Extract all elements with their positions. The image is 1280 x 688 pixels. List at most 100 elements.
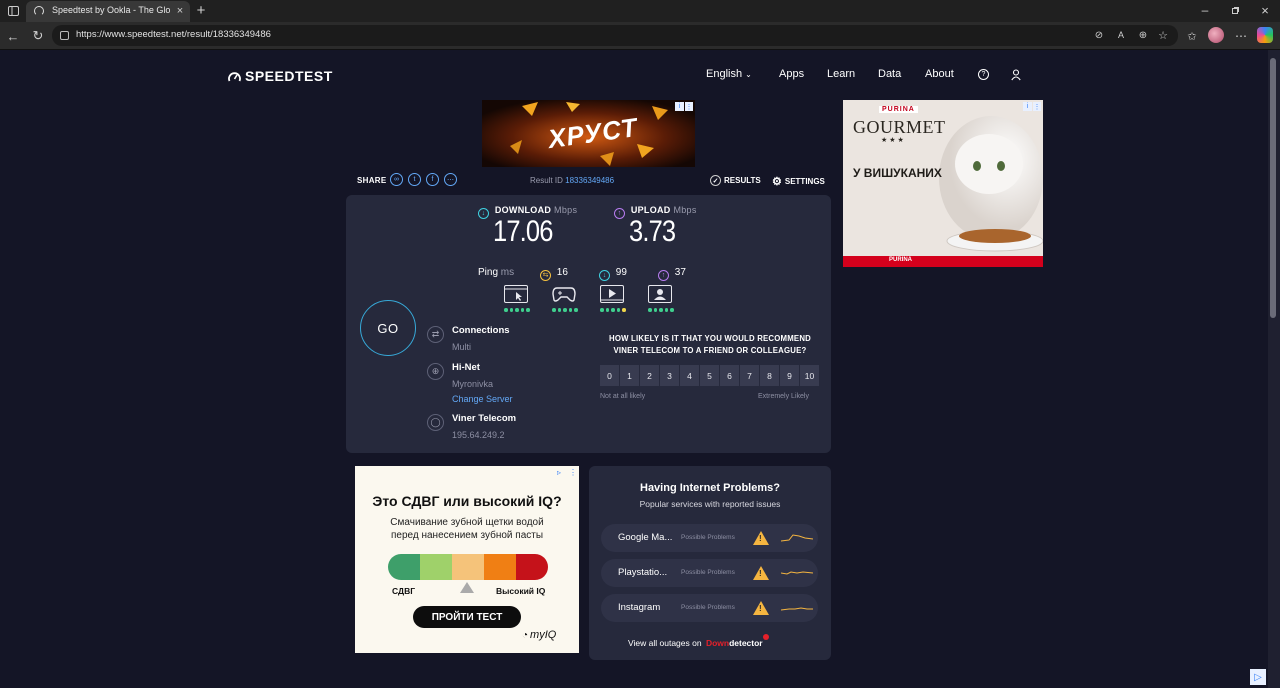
url-field[interactable]: https://www.speedtest.net/result/1833634… [52,25,1178,46]
rating-option[interactable]: 9 [780,365,799,386]
minimize-icon[interactable]: – [1192,3,1218,17]
ad-info-icon[interactable]: ▹ [557,468,566,477]
rating-option[interactable]: 8 [760,365,779,386]
user-icon[interactable] [1011,68,1021,86]
change-server-link[interactable]: Change Server [452,394,513,404]
page-scrollbar[interactable] [1268,50,1280,688]
logo-text: SPEEDTEST [245,68,333,84]
nav-language[interactable]: English ⌄ [706,68,752,80]
problem-row-google-maps[interactable]: Google Ma... Possible Problems [601,524,818,552]
rating-dot [600,308,604,312]
globe-icon: ⊕ [427,363,444,380]
server-name: Hi-Net [452,362,480,373]
gaming-icon[interactable] [552,285,576,303]
profile-avatar[interactable] [1208,27,1224,43]
scrollbar-thumb[interactable] [1270,58,1276,318]
rating-option[interactable]: 6 [720,365,739,386]
downdetector-down: Down [705,638,730,648]
settings-label: SETTINGS [784,177,825,186]
new-tab-icon[interactable]: + [194,2,208,19]
back-icon[interactable]: ← [5,28,21,44]
warning-icon [753,601,769,615]
active-tab[interactable]: Speedtest by Ookla - The Global B × [26,1,190,22]
problem-row-playstation[interactable]: Playstatio... Possible Problems [601,559,818,587]
speedtest-page: SPEEDTEST English ⌄ Apps Learn Data Abou… [0,50,1268,678]
ad-close-icon[interactable]: ⋮ [1033,102,1041,111]
ping-down-value: 99 [615,267,627,278]
browsing-rating [504,308,530,312]
connections-icon: ⇄ [427,326,444,343]
result-id-value[interactable]: 18336349486 [565,176,614,185]
downdetector-link[interactable]: View all outages on Downdetector [628,634,769,648]
user-icon: ◯ [427,414,444,431]
go-button[interactable]: GO [360,300,416,356]
nav-about[interactable]: About [925,68,954,80]
rating-option[interactable]: 4 [680,365,699,386]
site-info-icon[interactable] [60,31,69,40]
results-label: RESULTS [724,176,761,185]
connections-value[interactable]: Multi [452,342,471,352]
copilot-icon[interactable] [1257,27,1273,43]
rating-dot [526,308,530,312]
server-city: Myronivka [452,379,494,389]
read-aloud-icon[interactable]: A [1114,28,1128,42]
video-call-icon[interactable] [648,285,672,303]
rating-dot [557,308,561,312]
adchoices-icon[interactable]: ▷ [1250,669,1266,685]
maximize-icon[interactable] [1222,3,1248,17]
address-bar: ← ↻ https://www.speedtest.net/result/183… [0,22,1280,50]
streaming-icon[interactable] [600,285,624,303]
twitter-icon[interactable]: t [408,173,421,186]
tracking-icon[interactable]: ⊘ [1092,28,1106,42]
rating-option[interactable]: 10 [800,365,819,386]
facebook-icon[interactable]: f [426,173,439,186]
rating-option[interactable]: 0 [600,365,619,386]
browsing-icon[interactable] [504,285,528,303]
ad-banner-right[interactable]: PURINA GOURMET ★ ★ ★ У ВИШУКАНИХ PURINA … [843,100,1043,267]
favorite-star-icon[interactable]: ☆ [1156,28,1170,42]
tab-close-icon[interactable]: × [174,4,186,18]
service-name: Playstatio... [618,567,668,578]
ad-close-icon[interactable]: ⋮ [685,102,693,111]
ad-close-icon[interactable]: ⋮ [569,468,577,477]
speedtest-logo[interactable]: SPEEDTEST [228,68,333,84]
link-icon[interactable]: ∞ [390,173,403,186]
rating-option[interactable]: 7 [740,365,759,386]
rating-option[interactable]: 3 [660,365,679,386]
more-icon[interactable]: ⋯ [1233,28,1249,44]
download-label: DOWNLOAD [494,205,552,215]
upload-label: UPLOAD [630,205,671,215]
nav-apps[interactable]: Apps [779,68,804,80]
results-button[interactable]: ✓ RESULTS [710,175,761,186]
rating-dot [605,308,609,312]
ad-info-icon[interactable]: i [1023,102,1032,111]
ad-banner-bottom[interactable]: ▹ ⋮ Это СДВГ или высокий IQ? Смачивание … [355,466,579,653]
ping-text: Ping [478,267,499,278]
favorites-icon[interactable]: ✩ [1184,28,1200,44]
zoom-icon[interactable]: ⊕ [1136,28,1150,42]
ip-address: 195.64.249.2 [452,430,505,440]
ping-idle-value: 16 [556,267,568,278]
ad-right-stars: ★ ★ ★ [881,137,904,144]
sidebar-toggle-icon[interactable] [6,4,20,18]
nav-learn[interactable]: Learn [827,68,855,80]
rating-option[interactable]: 5 [700,365,719,386]
ad-info-icon[interactable]: i [675,102,684,111]
ad-banner-top[interactable]: ХРУСТ i ⋮ [482,100,695,167]
window-close-icon[interactable]: × [1252,3,1278,18]
help-icon[interactable]: ? [978,69,989,80]
settings-button[interactable]: ⚙ SETTINGS [772,175,825,188]
ad-left-cta-button[interactable]: ПРОЙТИ ТЕСТ [413,606,521,628]
nav-data[interactable]: Data [878,68,901,80]
warning-icon [753,531,769,545]
rating-dot [622,308,626,312]
refresh-icon[interactable]: ↻ [30,28,46,44]
rating-option[interactable]: 1 [620,365,639,386]
rating-option[interactable]: 2 [640,365,659,386]
ad-left-title: Это СДВГ или высокий IQ? [372,493,562,509]
more-share-icon[interactable]: ⋯ [444,173,457,186]
browser-tab-bar: Speedtest by Ookla - The Global B × + – … [0,0,1280,22]
problem-row-instagram[interactable]: Instagram Possible Problems [601,594,818,622]
upload-ping-icon: ↑ [658,270,669,281]
video-call-rating [648,308,674,312]
